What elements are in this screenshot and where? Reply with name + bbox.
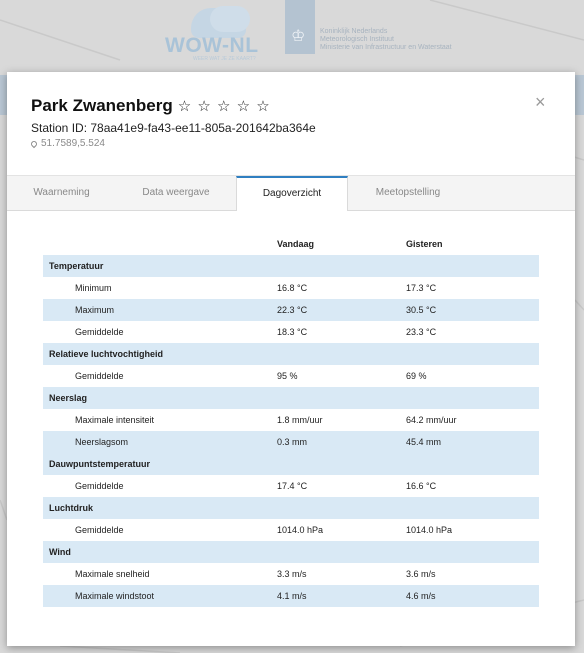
station-id: Station ID: 78aa41e9-fa43-ee11-805a-2016… xyxy=(31,121,316,135)
station-dialog: Park Zwanenberg ☆ ☆ ☆ ☆ ☆ Station ID: 78… xyxy=(7,72,575,646)
close-button[interactable]: × xyxy=(535,92,546,113)
cloud-icon-secondary xyxy=(210,6,250,32)
value-yesterday: 45.4 mm xyxy=(406,437,442,447)
value-yesterday: 4.6 m/s xyxy=(406,591,436,601)
wow-nl-logo[interactable]: WOW-NL WEER WAT JE ZE KAART? xyxy=(165,6,275,62)
table-row: Maximale intensiteit 1.8 mm/uur 64.2 mm/uu… xyxy=(43,409,539,431)
crest-icon: ♔ xyxy=(291,28,306,45)
table-row: Gemiddelde 17.4 °C 16.6 °C xyxy=(43,475,539,497)
value-today: 4.1 m/s xyxy=(277,591,307,601)
value-yesterday: 23.3 °C xyxy=(406,327,437,337)
column-header-yesterday: Gisteren xyxy=(406,239,443,249)
knmi-logo-text: Koninklijk Nederlands Meteorologisch Ins… xyxy=(320,28,452,51)
metric-label: Maximale windstoot xyxy=(75,591,155,601)
value-today: 17.4 °C xyxy=(277,481,308,491)
value-today: 22.3 °C xyxy=(277,305,308,315)
table-row: Gemiddelde 1014.0 hPa 1014.0 hPa xyxy=(43,519,539,541)
table-row: Maximum 22.3 °C 30.5 °C xyxy=(43,299,539,321)
metric-label: Gemiddelde xyxy=(75,525,124,535)
value-today: 18.3 °C xyxy=(277,327,308,337)
table-group-row: Temperatuur xyxy=(43,255,539,277)
metric-label: Maximum xyxy=(75,305,115,315)
star-icon[interactable]: ☆ xyxy=(197,97,211,115)
rating-stars[interactable]: ☆ ☆ ☆ ☆ ☆ xyxy=(178,97,271,115)
value-yesterday: 69 % xyxy=(406,371,427,381)
star-icon[interactable]: ☆ xyxy=(217,97,231,115)
table-row: Maximale snelheid 3.3 m/s 3.6 m/s xyxy=(43,563,539,585)
table-group-row: Dauwpuntstemperatuur xyxy=(43,453,539,475)
value-yesterday: 64.2 mm/uur xyxy=(406,415,457,425)
table-row: Gemiddelde 18.3 °C 23.3 °C xyxy=(43,321,539,343)
table-row: Gemiddelde 95 % 69 % xyxy=(43,365,539,387)
metric-label: Minimum xyxy=(75,283,112,293)
value-yesterday: 1014.0 hPa xyxy=(406,525,453,535)
table-group-row: Neerslag xyxy=(43,387,539,409)
group-label: Luchtdruk xyxy=(49,503,93,513)
wow-logo-tagline: WEER WAT JE ZE KAART? xyxy=(193,56,256,62)
group-label: Relatieve luchtvochtigheid xyxy=(49,349,164,359)
value-yesterday: 17.3 °C xyxy=(406,283,437,293)
tab-waarneming[interactable]: Waarneming xyxy=(7,176,116,210)
table-header-row: Vandaag Gisteren xyxy=(43,234,539,255)
title-line: Park Zwanenberg ☆ ☆ ☆ ☆ ☆ xyxy=(31,96,271,116)
value-yesterday: 30.5 °C xyxy=(406,305,437,315)
table-group-row: Wind xyxy=(43,541,539,563)
coordinates-value: 51.7589,5.524 xyxy=(41,138,105,149)
table-row: Minimum 16.8 °C 17.3 °C xyxy=(43,277,539,299)
wow-logo-text: WOW-NL xyxy=(165,34,259,57)
star-icon[interactable]: ☆ xyxy=(256,97,270,115)
table-body: Temperatuur Minimum 16.8 °C 17.3 °C Maximum 2… xyxy=(43,255,539,607)
station-coordinates: 51.7589,5.524 xyxy=(29,138,105,149)
group-label: Wind xyxy=(49,547,71,557)
value-today: 3.3 m/s xyxy=(277,569,307,579)
value-yesterday: 16.6 °C xyxy=(406,481,437,491)
group-label: Dauwpuntstemperatuur xyxy=(49,459,151,469)
group-label: Temperatuur xyxy=(49,261,104,271)
tab-meetopstelling[interactable]: Meetopstelling xyxy=(348,176,468,210)
group-label: Neerslag xyxy=(49,393,88,403)
star-icon[interactable]: ☆ xyxy=(237,97,251,115)
location-pin-icon xyxy=(29,139,39,148)
dialog-header: Park Zwanenberg ☆ ☆ ☆ ☆ ☆ Station ID: 78… xyxy=(7,72,575,175)
table-row: Maximale windstoot 4.1 m/s 4.6 m/s xyxy=(43,585,539,607)
metric-label: Maximale intensiteit xyxy=(75,415,155,425)
metric-label: Neerslagsom xyxy=(75,437,129,447)
value-today: 16.8 °C xyxy=(277,283,308,293)
value-today: 95 % xyxy=(277,371,298,381)
metric-label: Maximale snelheid xyxy=(75,569,150,579)
metric-label: Gemiddelde xyxy=(75,481,124,491)
tab-dagoverzicht[interactable]: Dagoverzicht xyxy=(236,176,348,211)
daily-overview-table: Vandaag Gisteren Temperatuur Minimum 16.8 … xyxy=(43,234,539,607)
value-today: 1.8 mm/uur xyxy=(277,415,323,425)
value-today: 1014.0 hPa xyxy=(277,525,324,535)
metric-label: Gemiddelde xyxy=(75,327,124,337)
site-header: WOW-NL WEER WAT JE ZE KAART? ♔ Koninklij… xyxy=(0,0,584,70)
metric-label: Gemiddelde xyxy=(75,371,124,381)
value-yesterday: 3.6 m/s xyxy=(406,569,436,579)
tab-bar: Waarneming Data weergave Dagoverzicht Me… xyxy=(7,175,575,211)
table-group-row: Relatieve luchtvochtigheid xyxy=(43,343,539,365)
table-group-row: Luchtdruk xyxy=(43,497,539,519)
star-icon[interactable]: ☆ xyxy=(178,97,192,115)
tab-data-weergave[interactable]: Data weergave xyxy=(116,176,236,210)
column-header-today: Vandaag xyxy=(277,239,315,249)
station-name: Park Zwanenberg xyxy=(31,96,173,115)
value-today: 0.3 mm xyxy=(277,437,308,447)
table-row: Neerslagsom 0.3 mm 45.4 mm xyxy=(43,431,539,453)
